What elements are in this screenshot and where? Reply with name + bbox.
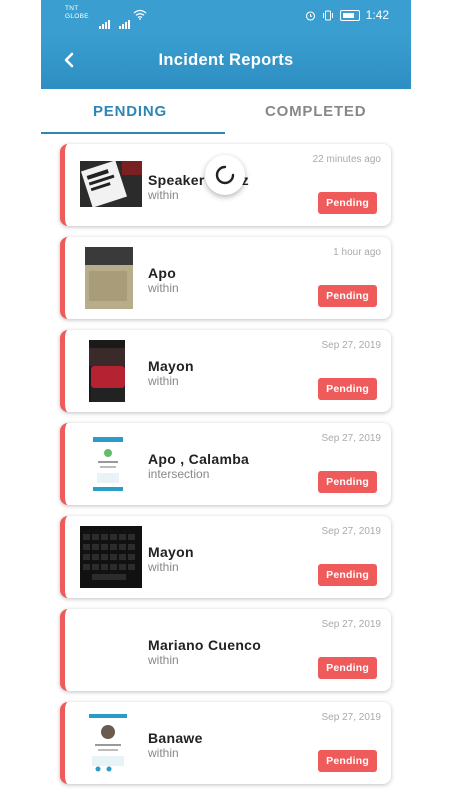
report-time: Sep 27, 2019 bbox=[321, 712, 382, 723]
report-thumbnail bbox=[85, 247, 133, 309]
report-card[interactable]: Apo within 1 hour ago Pending bbox=[60, 237, 391, 319]
status-badge: Pending bbox=[318, 750, 377, 772]
report-location: Mayon bbox=[148, 358, 194, 374]
report-thumbnail bbox=[93, 433, 123, 493]
status-right: 1:42 bbox=[305, 8, 389, 22]
report-note: within bbox=[148, 281, 179, 295]
app-bar: Incident Reports bbox=[41, 32, 411, 89]
report-card[interactable]: Banawe within Sep 27, 2019 Pending bbox=[60, 702, 391, 784]
report-note: within bbox=[148, 188, 179, 202]
loading-spinner bbox=[205, 155, 245, 195]
report-location: Banawe bbox=[148, 730, 203, 746]
report-location: Apo , Calamba bbox=[148, 451, 250, 467]
vibrate-icon bbox=[322, 10, 333, 20]
status-badge: Pending bbox=[318, 564, 377, 586]
tab-completed[interactable]: COMPLETED bbox=[265, 103, 366, 120]
clock: 1:42 bbox=[365, 8, 389, 22]
carrier-label: TNT GLOBE bbox=[65, 5, 89, 21]
spinner-icon bbox=[215, 165, 235, 185]
status-badge: Pending bbox=[318, 378, 377, 400]
report-card[interactable]: Mayon within Sep 27, 2019 Pending bbox=[60, 330, 391, 412]
report-time: 1 hour ago bbox=[333, 247, 381, 258]
report-time: Sep 27, 2019 bbox=[321, 526, 382, 537]
report-photo bbox=[85, 247, 133, 309]
report-photo bbox=[93, 433, 123, 493]
status-badge: Pending bbox=[318, 192, 377, 214]
report-note: within bbox=[148, 653, 179, 667]
phone-screen: TNT GLOBE 1:42 Incident Reports PENDING … bbox=[41, 0, 411, 800]
status-badge: Pending bbox=[318, 471, 377, 493]
report-thumbnail bbox=[89, 340, 125, 402]
status-badge: Pending bbox=[318, 285, 377, 307]
page-title: Incident Reports bbox=[158, 51, 294, 69]
report-time: 22 minutes ago bbox=[312, 154, 381, 165]
report-location-text: Speaker bbox=[148, 172, 205, 188]
report-time: Sep 27, 2019 bbox=[321, 340, 382, 351]
alarm-icon bbox=[305, 10, 315, 21]
tab-pending[interactable]: PENDING bbox=[93, 103, 167, 120]
report-location: Apo bbox=[148, 265, 177, 281]
report-card[interactable]: Mariano Cuenco within Sep 27, 2019 Pendi… bbox=[60, 609, 391, 691]
carrier-line-1: TNT bbox=[65, 5, 79, 12]
report-note: intersection bbox=[148, 467, 210, 481]
report-thumbnail bbox=[80, 158, 142, 210]
report-time: Sep 27, 2019 bbox=[321, 433, 382, 444]
battery-icon bbox=[339, 9, 360, 21]
report-photo bbox=[89, 712, 127, 774]
tab-active-indicator bbox=[41, 132, 225, 134]
signal-icon bbox=[119, 10, 131, 29]
report-card[interactable]: Apo , Calamba intersection Sep 27, 2019 … bbox=[60, 423, 391, 505]
report-note: within bbox=[148, 560, 179, 574]
signal-icon bbox=[99, 10, 111, 29]
report-thumbnail bbox=[80, 526, 142, 588]
report-card[interactable]: Mayon within Sep 27, 2019 Pending bbox=[60, 516, 391, 598]
report-photo bbox=[89, 340, 125, 402]
carrier-line-2: GLOBE bbox=[65, 13, 89, 20]
report-thumbnail bbox=[89, 712, 127, 774]
status-bar: TNT GLOBE 1:42 bbox=[41, 0, 411, 32]
report-location: Mayon bbox=[148, 544, 194, 560]
report-photo bbox=[80, 161, 142, 207]
report-note: within bbox=[148, 746, 179, 760]
wifi-icon bbox=[133, 9, 147, 20]
report-thumbnail bbox=[80, 623, 142, 675]
tab-bar: PENDING COMPLETED bbox=[41, 89, 411, 135]
report-time: Sep 27, 2019 bbox=[321, 619, 382, 630]
report-location: Mariano Cuenco bbox=[148, 637, 262, 653]
report-photo bbox=[80, 526, 142, 588]
status-badge: Pending bbox=[318, 657, 377, 679]
report-note: within bbox=[148, 374, 179, 388]
